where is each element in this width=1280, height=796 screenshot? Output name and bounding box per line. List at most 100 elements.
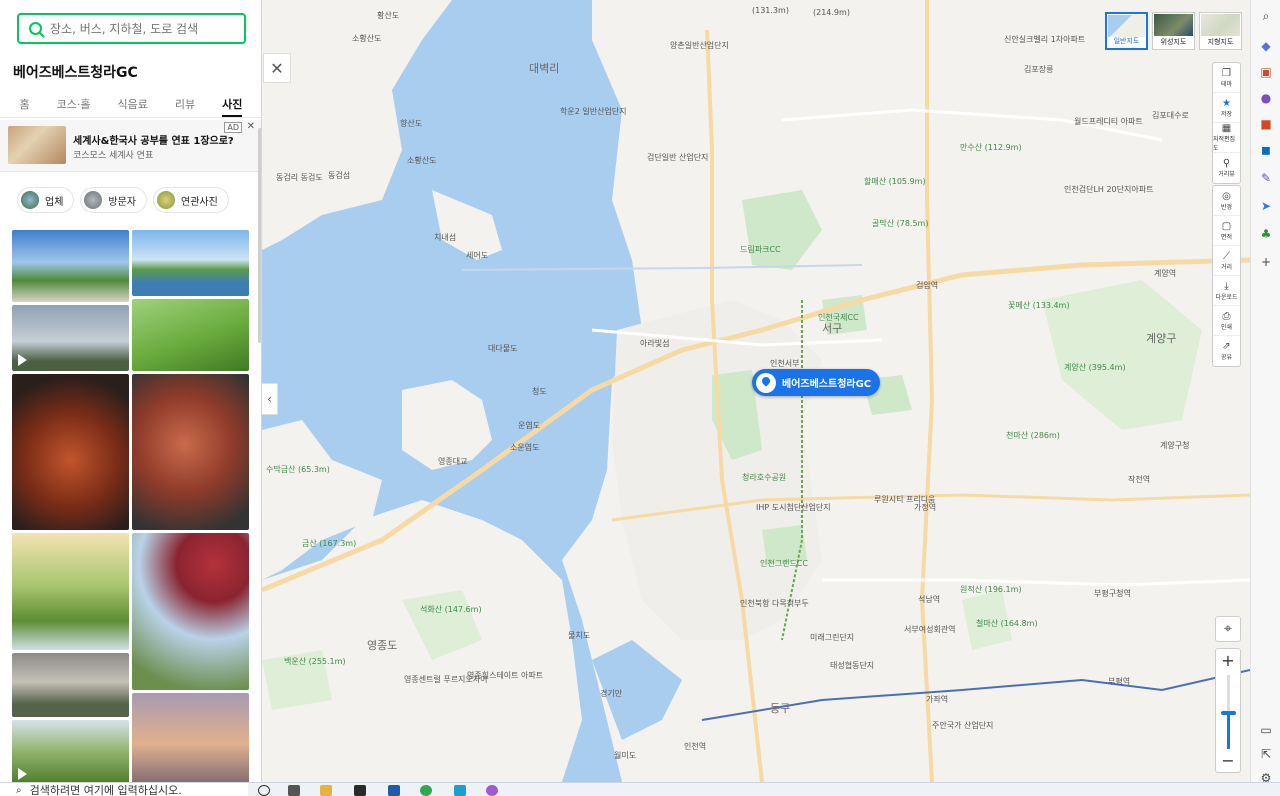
photo-thumbnail[interactable]	[12, 720, 129, 782]
mail-icon[interactable]	[388, 785, 400, 796]
briefcase-icon[interactable]: ▣	[1258, 64, 1274, 80]
tab-review[interactable]: 리뷰	[175, 92, 195, 117]
map-label: 대다물도	[488, 344, 518, 353]
task-view-icon[interactable]	[288, 785, 300, 796]
map-label: 청라호수공원	[742, 473, 787, 482]
save-button[interactable]: ★ 저장	[1213, 93, 1240, 123]
terrain-map-thumb	[1201, 14, 1240, 36]
app-icon[interactable]	[454, 785, 466, 796]
zoom-out-button[interactable]: −	[1216, 751, 1240, 770]
share-icon: ⇗	[1222, 341, 1231, 352]
photo-thumbnail[interactable]	[132, 299, 249, 371]
map-type-normal[interactable]: 일반지도	[1105, 12, 1148, 50]
map-label: 수막금산 (65.3m)	[266, 465, 330, 474]
layers-icon: ❐	[1222, 67, 1231, 79]
map-label: 영종대교	[438, 457, 468, 466]
map-label: 미래그린단지	[810, 633, 855, 642]
map-label: 향산도	[400, 119, 423, 128]
map-label: 금산 (167.3m)	[302, 539, 357, 548]
map-label: 동검섬	[328, 171, 351, 180]
edit-icon[interactable]: ✎	[1258, 170, 1274, 186]
store-icon[interactable]	[354, 785, 366, 796]
map-label: 태성협동단지	[830, 661, 875, 670]
tab-food[interactable]: 식음료	[118, 92, 148, 117]
map-canvas[interactable]: 황산도 소황산도 대벽리 양촌일반산업단지 학운2 일반산업단지 검단일반 산업…	[262, 0, 1250, 782]
tab-photos[interactable]: 사진	[222, 92, 243, 117]
satellite-map-thumb	[1154, 14, 1193, 36]
ad-title: 세계사&한국사 공부를 연표 1장으로?	[73, 136, 234, 147]
person-icon[interactable]: ●	[1258, 90, 1274, 106]
collapse-panel-button[interactable]: ‹	[262, 383, 278, 415]
search-icon[interactable]: ⌕	[1258, 8, 1274, 24]
photo-thumbnail[interactable]	[132, 230, 249, 296]
map-label: 계양역	[1154, 269, 1177, 278]
zoom-in-button[interactable]: +	[1216, 651, 1240, 670]
map-label: 황산도	[377, 11, 400, 20]
tree-icon[interactable]: ♣	[1258, 226, 1274, 242]
area-icon: ▢	[1221, 220, 1232, 232]
theme-button[interactable]: ❐ 테마	[1213, 63, 1240, 93]
filter-label: 업체	[45, 196, 64, 208]
edge-icon[interactable]	[420, 785, 432, 796]
zoom-slider-handle[interactable]	[1221, 711, 1236, 715]
map-type-terrain[interactable]: 지형지도	[1199, 12, 1242, 50]
place-marker[interactable]: 베어즈베스트청라GC	[752, 369, 881, 396]
street-view-button[interactable]: ⚲ 거리뷰	[1213, 153, 1240, 183]
map-label: 경기만	[600, 689, 623, 698]
area-button[interactable]: ▢ 면적	[1213, 216, 1240, 246]
map-label: 운염도	[518, 421, 541, 430]
distance-button[interactable]: ⟋ 거리	[1213, 246, 1240, 276]
photo-thumbnail[interactable]	[12, 305, 129, 371]
photo-thumbnail[interactable]	[12, 230, 129, 302]
search-input[interactable]	[50, 21, 230, 36]
file-explorer-icon[interactable]	[320, 785, 332, 796]
tag-icon[interactable]: ◆	[1258, 38, 1274, 54]
map-label: 검암역	[916, 281, 939, 290]
close-panel-button[interactable]: ✕	[263, 53, 291, 83]
map-label: 석화산 (147.6m)	[420, 605, 482, 614]
map-type-satellite[interactable]: 위성지도	[1152, 12, 1195, 50]
ad-thumbnail	[8, 126, 66, 164]
taskbar: ⌕ 검색하려면 여기에 입력하십시오.	[0, 782, 1280, 796]
share-button[interactable]: ⇗ 공유	[1213, 336, 1240, 366]
window-icon[interactable]: ▭	[1258, 722, 1274, 738]
office-icon[interactable]: ■	[1258, 116, 1274, 132]
external-link-icon[interactable]: ⇱	[1258, 746, 1274, 762]
filter-business[interactable]: 업체	[18, 188, 74, 212]
location-pin-icon	[756, 372, 776, 393]
taskbar-search[interactable]: ⌕ 검색하려면 여기에 입력하십시오.	[0, 783, 248, 796]
start-search-icon[interactable]	[258, 785, 270, 796]
plus-icon[interactable]: +	[1258, 254, 1274, 270]
photo-thumbnail[interactable]	[132, 533, 249, 690]
send-icon[interactable]: ➤	[1258, 198, 1274, 214]
ad-close-icon[interactable]: ✕	[247, 121, 255, 132]
photo-thumbnail[interactable]	[12, 533, 129, 650]
photo-thumbnail[interactable]	[132, 693, 249, 782]
radius-button[interactable]: ◎ 반경	[1213, 186, 1240, 216]
map-toolbar: ❐ 테마 ★ 저장 ▦ 지적편집도 ⚲ 거리뷰	[1212, 62, 1241, 184]
print-button[interactable]: ⎙ 인쇄	[1213, 306, 1240, 336]
map-label: 인천검단LH 20단지아파트	[1064, 185, 1154, 194]
place-tabs: 홈 코스·홀 식음료 리뷰 사진	[0, 92, 261, 118]
search-bar[interactable]	[17, 13, 246, 44]
panel-scrollbar[interactable]	[258, 128, 261, 343]
filter-visitor[interactable]: 방문자	[81, 188, 147, 212]
map-label: 부평역	[1108, 677, 1131, 686]
my-location-button[interactable]: ⌖	[1215, 616, 1241, 642]
filter-related[interactable]: 연관사진	[154, 188, 228, 212]
tab-home[interactable]: 홈	[20, 92, 30, 117]
zoom-control: + −	[1215, 648, 1241, 773]
photo-thumbnail[interactable]	[12, 374, 129, 530]
cadastral-button[interactable]: ▦ 지적편집도	[1213, 123, 1240, 153]
tab-course[interactable]: 코스·홀	[57, 92, 91, 117]
photo-thumbnail[interactable]	[132, 374, 249, 530]
pin-icon: ⚲	[1222, 158, 1231, 169]
map-label: 소황산도	[407, 156, 437, 165]
app-icon[interactable]	[486, 785, 498, 796]
ad-banner[interactable]: 세계사&한국사 공부를 연표 1장으로? 코스모스 세계사 연표 AD ✕	[0, 120, 261, 172]
outlook-icon[interactable]: ◼	[1258, 142, 1274, 158]
filter-label: 연관사진	[181, 196, 218, 208]
download-button[interactable]: ⤓ 다운로드	[1213, 276, 1240, 306]
photo-thumbnail[interactable]	[12, 653, 129, 717]
map-label: 대벽리	[529, 62, 560, 75]
